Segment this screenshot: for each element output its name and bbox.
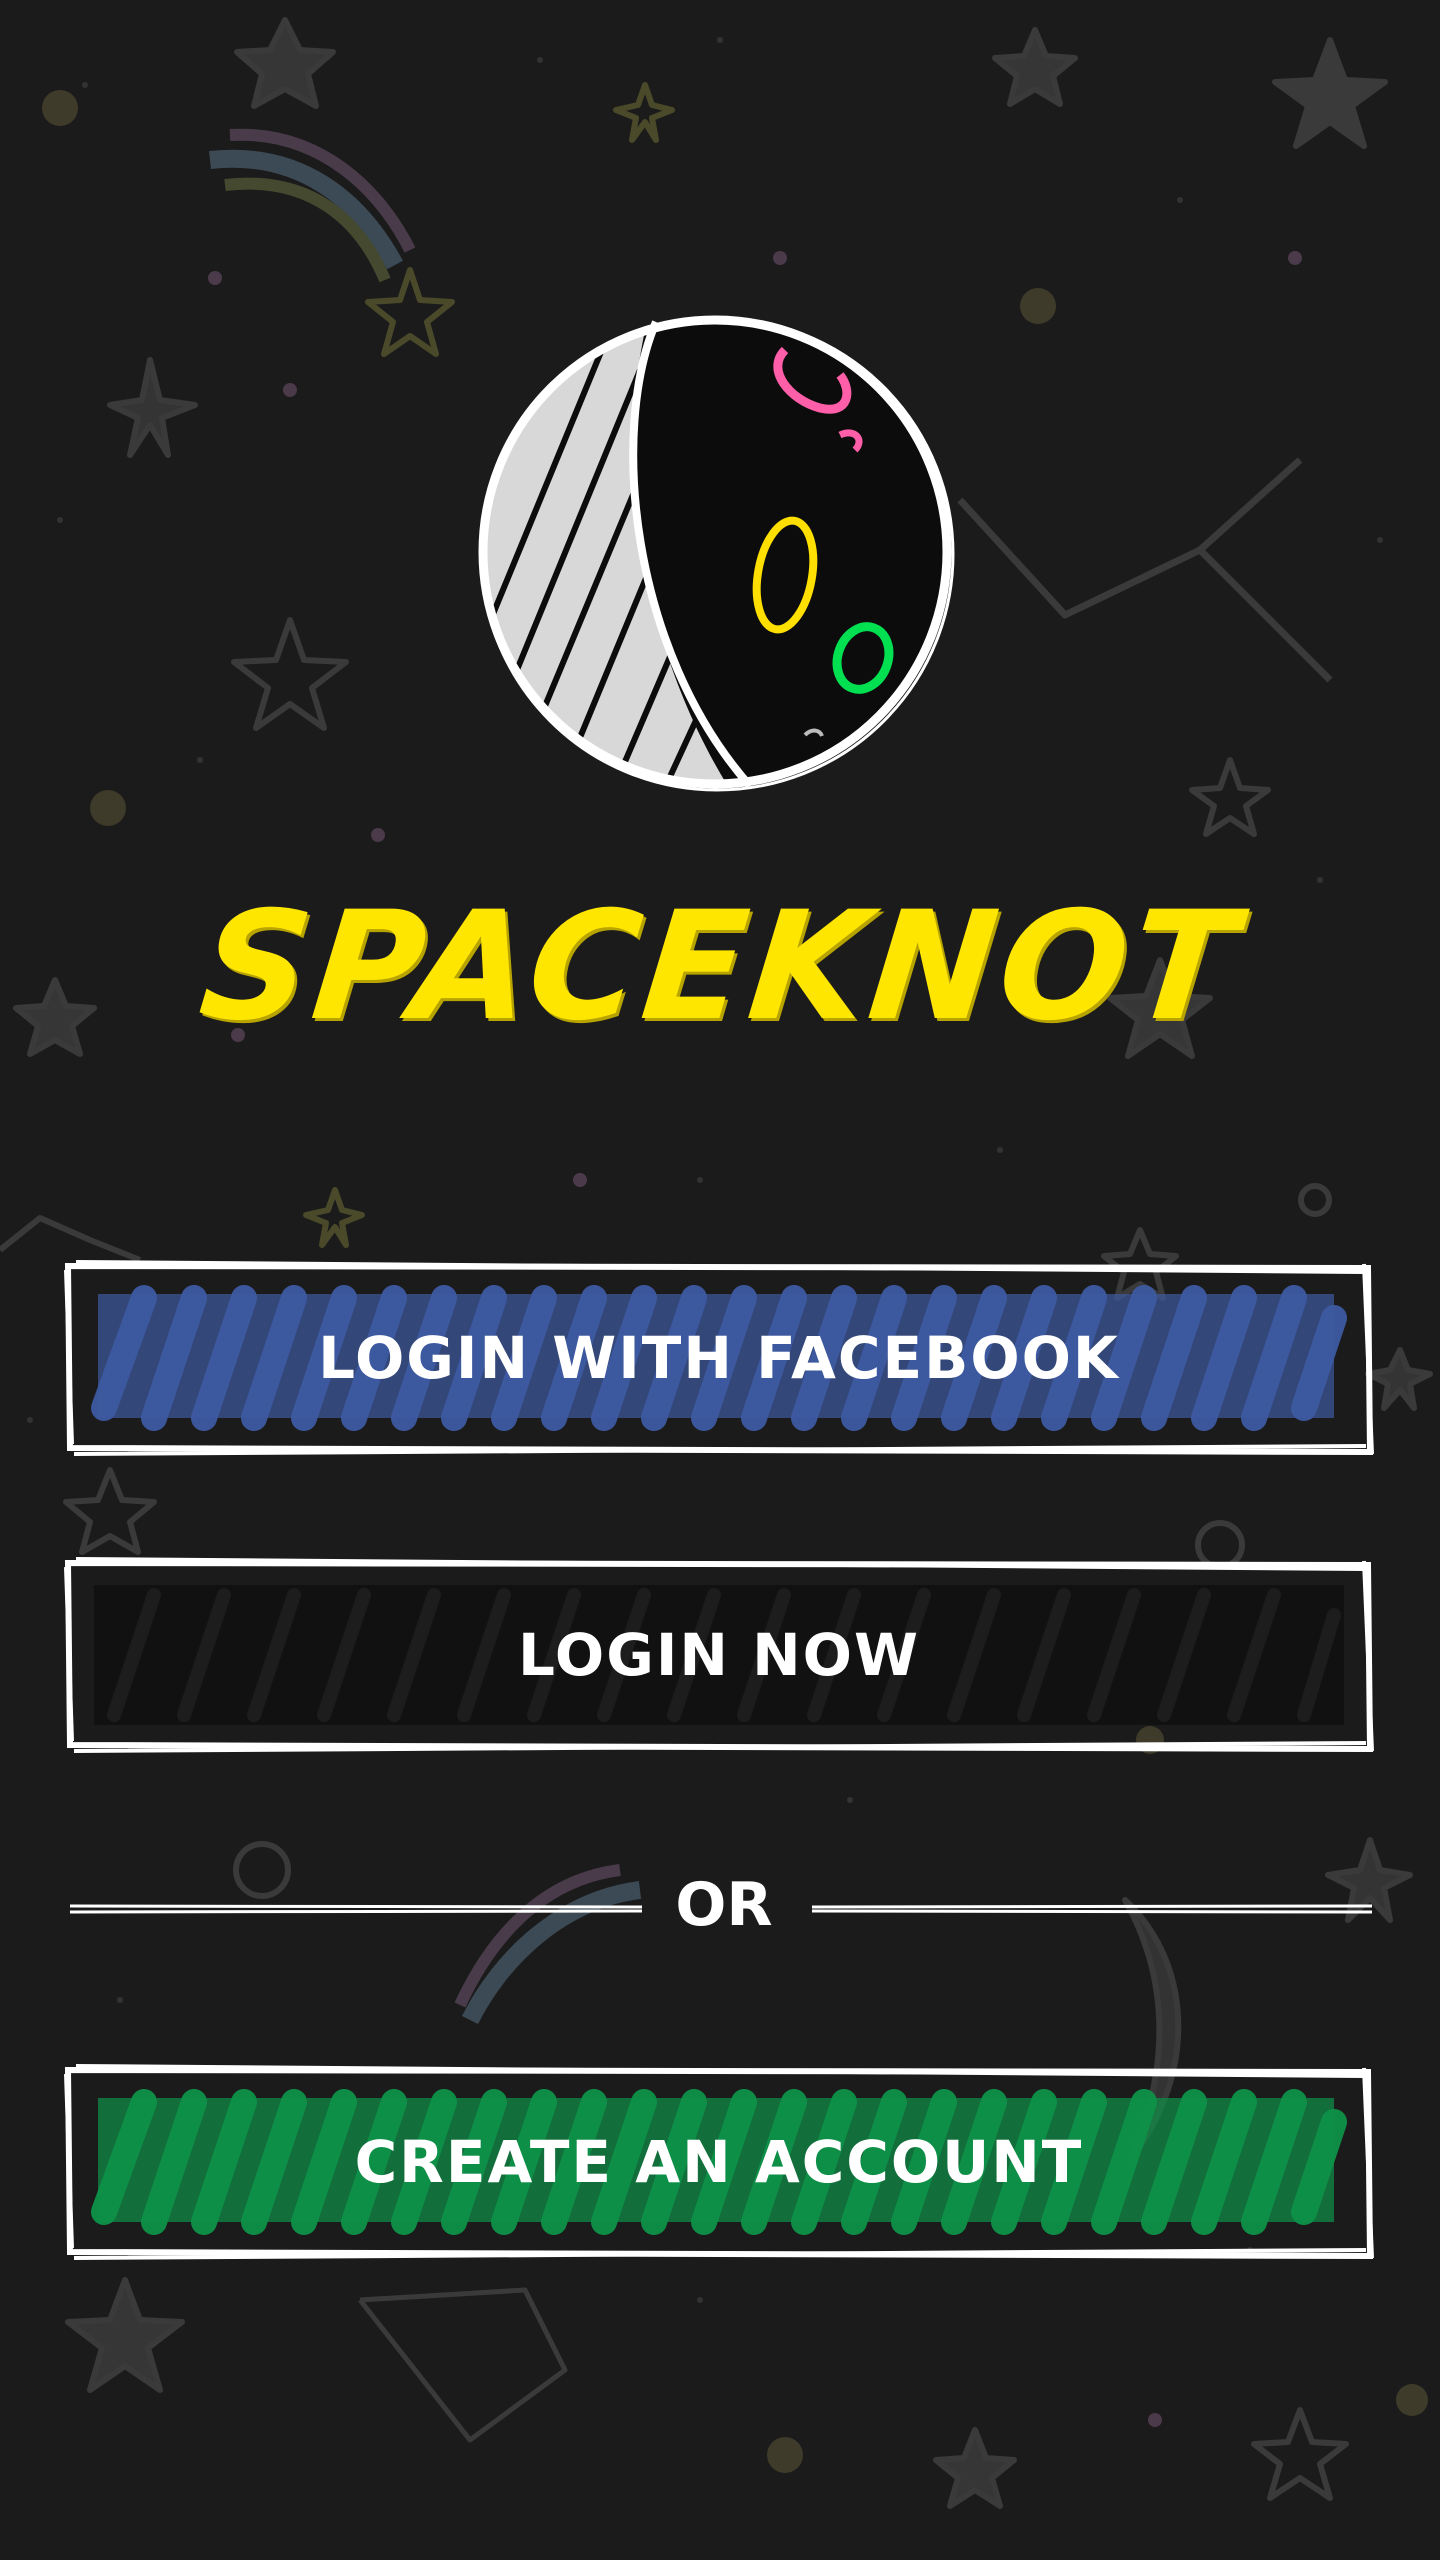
star-icon: [63, 1467, 157, 1555]
star-icon: [933, 2427, 1017, 2509]
star-icon: [234, 17, 336, 109]
create-account-button[interactable]: CREATE AN ACCOUNT: [64, 2062, 1374, 2262]
or-label: OR: [675, 1870, 773, 1940]
divider-line-right: [812, 1904, 1372, 1914]
star-icon: [1251, 2407, 1349, 2501]
constellation-icon: [957, 457, 1333, 683]
divider-line-left: [70, 1904, 642, 1914]
login-now-button[interactable]: LOGIN NOW: [64, 1555, 1374, 1755]
login-with-facebook-label: LOGIN WITH FACEBOOK: [318, 1324, 1120, 1392]
star-icon: [65, 2277, 185, 2393]
login-now-label: LOGIN NOW: [518, 1621, 920, 1689]
constellation-icon: [358, 2287, 568, 2443]
create-account-label: CREATE AN ACCOUNT: [354, 2128, 1084, 2196]
or-divider: OR: [64, 1860, 1374, 1950]
moon-logo-icon: [460, 290, 980, 820]
star-icon: [365, 267, 455, 357]
star-icon: [231, 617, 349, 731]
app-title: SPACEKNOT: [192, 880, 1248, 1054]
star-icon: [992, 27, 1078, 107]
star-icon: [1272, 37, 1388, 149]
constellation-icon: [0, 1215, 142, 1263]
star-icon: [1189, 757, 1271, 837]
login-with-facebook-button[interactable]: LOGIN WITH FACEBOOK: [64, 1258, 1374, 1458]
